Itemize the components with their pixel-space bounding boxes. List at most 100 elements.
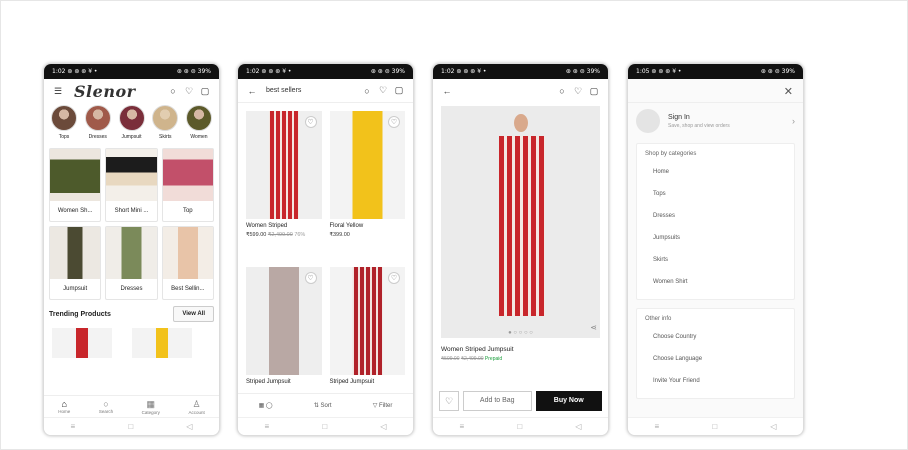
trending-products <box>44 322 219 358</box>
system-nav-bar: ≡ □ ◁ <box>433 417 608 435</box>
heart-icon[interactable]: ♡ <box>304 116 317 128</box>
phone-product-screen: 1:02 ⊛ ⊛ ⊛ ¥ • ⊛ ⊛ ⊜ 39% ← ○ ♡ ▢ ● ○ ○ ○ … <box>432 63 609 436</box>
bag-icon[interactable]: ▢ <box>588 86 600 97</box>
purchase-bar: ♡ Add to Bag Buy Now <box>439 391 602 411</box>
nav-home[interactable]: ⌂ Home <box>58 399 70 414</box>
phone-home-screen: 1:02 ⊛ ⊛ ⊛ ¥ • ⊛ ⊛ ⊜ 39% ☰ Slenor ○ ♡ ▢ T… <box>43 63 220 436</box>
search-icon: ○ <box>103 399 109 409</box>
product-name: Striped Jumpsuit <box>329 379 375 385</box>
wishlist-icon[interactable]: ♡ <box>377 85 389 96</box>
home-icon: ⌂ <box>61 399 67 409</box>
menu-icon[interactable]: ☰ <box>52 86 64 97</box>
trending-product-image[interactable] <box>52 328 112 358</box>
category-tile[interactable]: Jumpsuit <box>49 226 102 300</box>
view-all-button[interactable]: View All <box>173 306 214 322</box>
categories-menu: Shop by categories Home Tops Dresses Jum… <box>636 143 795 300</box>
layout-toggle-icon[interactable]: ▦ ◯ <box>259 402 273 409</box>
back-arrow-icon[interactable]: ← <box>246 86 258 96</box>
phone-menu-screen: 1:05 ⊛ ⊛ ⊛ ¥ • ⊛ ⊛ ⊜ 39% ✕ Sign In Save, s… <box>627 63 804 436</box>
menu-item[interactable]: Home <box>637 163 794 185</box>
back-icon[interactable]: ◁ <box>575 422 581 431</box>
sign-in-row[interactable]: Sign In Save, shop and view orders › <box>628 102 803 139</box>
sign-in-subtext: Save, shop and view orders <box>668 122 730 129</box>
menu-icon[interactable]: ≡ <box>71 422 76 431</box>
listing-header: ← best sellers ○ ♡ ▢ <box>238 79 413 103</box>
menu-icon[interactable]: ≡ <box>655 422 660 431</box>
menu-item[interactable]: Women Shirt <box>637 273 794 295</box>
bag-icon[interactable]: ▢ <box>199 86 211 97</box>
trending-product-image[interactable] <box>132 328 192 358</box>
trending-header: Trending Products View All <box>44 300 219 322</box>
bottom-nav: ⌂ Home ○ Search ▦ Category ♙ Account <box>44 395 219 417</box>
category-tile[interactable]: Top <box>161 148 214 222</box>
product-grid: ♡ Women Striped ₹599.00 ₹2,499.00 76% ♡ … <box>238 103 413 419</box>
system-nav-bar: ≡ □ ◁ <box>44 417 219 435</box>
wishlist-button[interactable]: ♡ <box>439 391 459 411</box>
nav-account[interactable]: ♙ Account <box>188 399 204 415</box>
system-nav-bar: ≡ □ ◁ <box>628 417 803 435</box>
filter-button[interactable]: ▽ Filter <box>373 402 393 409</box>
home-square-icon[interactable]: □ <box>712 422 717 431</box>
home-square-icon[interactable]: □ <box>517 422 522 431</box>
category-tile[interactable]: Dresses <box>105 226 158 300</box>
home-square-icon[interactable]: □ <box>128 422 133 431</box>
product-name: Floral Yellow <box>329 223 364 229</box>
category-item[interactable]: Dresses <box>83 105 113 140</box>
category-item[interactable]: Skirts <box>150 105 180 140</box>
category-item[interactable]: Jumpsuit <box>117 105 147 140</box>
sort-button[interactable]: ⇅ Sort <box>314 402 332 409</box>
category-tile[interactable]: Best Sellin... <box>161 226 214 300</box>
back-icon[interactable]: ◁ <box>770 422 776 431</box>
menu-item[interactable]: Choose Language <box>637 350 794 372</box>
bag-icon[interactable]: ▢ <box>393 85 405 96</box>
search-icon[interactable]: ○ <box>361 86 373 96</box>
heart-icon[interactable]: ♡ <box>388 116 400 128</box>
search-icon[interactable]: ○ <box>167 86 179 96</box>
menu-item[interactable]: Choose Country <box>637 328 794 350</box>
menu-item[interactable]: Invite Your Friend <box>637 372 794 394</box>
category-avatar <box>186 105 212 131</box>
product-image: ♡ <box>329 267 405 375</box>
product-card[interactable]: ♡ Floral Yellow ₹399.00 <box>329 111 405 259</box>
filter-icon: ▽ <box>372 403 378 409</box>
carousel-dots[interactable]: ● ○ ○ ○ ○ <box>441 330 600 336</box>
menu-icon[interactable]: ≡ <box>460 422 465 431</box>
menu-item[interactable]: Jumpsuits <box>637 229 794 251</box>
back-arrow-icon[interactable]: ← <box>441 86 453 96</box>
product-card[interactable]: ♡ Women Striped ₹599.00 ₹2,499.00 76% <box>246 111 322 259</box>
menu-item[interactable]: Skirts <box>637 251 794 273</box>
nav-category[interactable]: ▦ Category <box>142 399 160 415</box>
menu-item[interactable]: Dresses <box>637 207 794 229</box>
category-avatar <box>84 105 111 131</box>
back-icon[interactable]: ◁ <box>186 422 192 431</box>
category-tile[interactable]: Women Sh... <box>49 148 102 222</box>
tile-image <box>106 149 157 201</box>
sort-filter-bar: ▦ ◯ ⇅ Sort ▽ Filter <box>238 393 413 417</box>
avatar-icon <box>636 109 660 133</box>
sign-in-label: Sign In <box>668 113 690 121</box>
search-icon[interactable]: ○ <box>556 86 568 96</box>
product-hero-image[interactable]: ● ○ ○ ○ ○ ⋖ <box>441 106 600 338</box>
heart-icon[interactable]: ♡ <box>388 272 400 284</box>
menu-item[interactable]: Tops <box>637 185 794 207</box>
back-icon[interactable]: ◁ <box>380 422 386 431</box>
home-square-icon[interactable]: □ <box>322 422 327 431</box>
category-item[interactable]: Tops <box>49 105 79 140</box>
category-tile-grid: Women Sh... Short Mini ... Top Jumpsuit … <box>44 142 219 300</box>
close-icon[interactable]: ✕ <box>628 79 803 102</box>
add-to-bag-button[interactable]: Add to Bag <box>463 391 532 411</box>
heart-icon[interactable]: ♡ <box>304 272 317 284</box>
buy-now-button[interactable]: Buy Now <box>535 391 602 411</box>
menu-icon[interactable]: ≡ <box>265 422 270 431</box>
wishlist-icon[interactable]: ♡ <box>572 86 584 97</box>
tile-image <box>162 227 213 279</box>
share-icon[interactable]: ⋖ <box>590 323 597 332</box>
category-strip: Tops Dresses Jumpsuit Skirts Women <box>44 103 219 142</box>
wishlist-icon[interactable]: ♡ <box>183 86 195 97</box>
app-header: ☰ Slenor ○ ♡ ▢ <box>44 79 219 103</box>
product-price-row: ₹599.00 ₹2,499.00 Prepaid <box>441 356 503 362</box>
nav-search[interactable]: ○ Search <box>99 399 113 414</box>
category-tile[interactable]: Short Mini ... <box>105 148 158 222</box>
page-title: best sellers <box>266 87 302 94</box>
category-item[interactable]: Women <box>184 105 214 140</box>
